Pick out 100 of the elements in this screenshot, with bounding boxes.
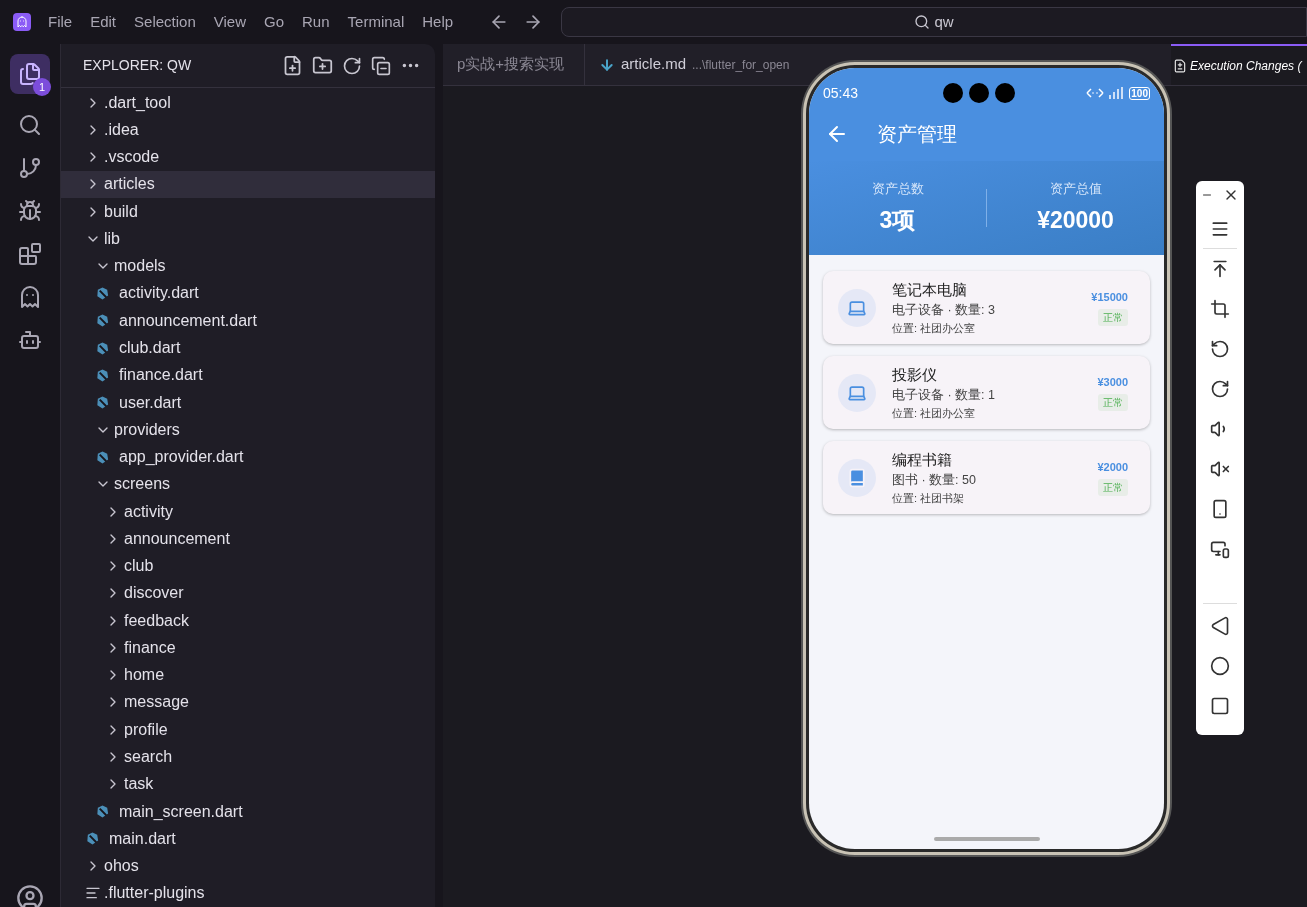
- menu-item[interactable]: Terminal: [339, 10, 413, 34]
- menu-icon[interactable]: [1210, 219, 1230, 239]
- screen-title: 资产管理: [877, 121, 957, 147]
- tree-item[interactable]: feedback: [61, 607, 435, 635]
- tree-item[interactable]: activity: [61, 498, 435, 526]
- signal-icon: [1085, 86, 1126, 100]
- status-time: 05:43: [823, 83, 860, 103]
- rotate-left-icon[interactable]: [1210, 339, 1230, 359]
- tree-item[interactable]: announcement: [61, 525, 435, 553]
- tree-item[interactable]: club.dart: [61, 334, 435, 362]
- tree-item[interactable]: profile: [61, 716, 435, 744]
- asset-meta: 电子设备 · 数量: 1: [892, 387, 996, 405]
- tree-item[interactable]: finance.dart: [61, 361, 435, 389]
- tree-item[interactable]: main.dart: [61, 825, 435, 853]
- asset-card[interactable]: 投影仪 电子设备 · 数量: 1 位置: 社团办公室 ¥3000 正常: [823, 356, 1150, 429]
- menu-item[interactable]: View: [205, 10, 254, 34]
- tree-item[interactable]: .vscode: [61, 143, 435, 171]
- diff-file-icon: [1173, 58, 1187, 73]
- asset-meta: 电子设备 · 数量: 3: [892, 302, 996, 320]
- tree-item[interactable]: articles: [61, 170, 435, 199]
- menu-item[interactable]: Run: [294, 10, 338, 34]
- menu-item[interactable]: Selection: [126, 10, 204, 34]
- crop-icon[interactable]: [1210, 299, 1230, 319]
- camera-cutout-icon: [942, 83, 1015, 103]
- laptop-icon: [838, 288, 876, 327]
- tree-item[interactable]: .idea: [61, 116, 435, 144]
- tree-item[interactable]: club: [61, 552, 435, 580]
- editor-tab[interactable]: p实战+搜索实现: [443, 44, 585, 85]
- new-file-icon[interactable]: [282, 55, 303, 76]
- asset-card[interactable]: 笔记本电脑 电子设备 · 数量: 3 位置: 社团办公室 ¥15000 正常: [823, 271, 1150, 344]
- asset-name: 笔记本电脑: [892, 279, 968, 300]
- search-field[interactable]: qw: [561, 7, 1307, 37]
- dart-file-icon: [95, 286, 110, 301]
- recents-nav-icon[interactable]: [1210, 696, 1230, 716]
- tree-item[interactable]: build: [61, 198, 435, 226]
- tree-item[interactable]: providers: [61, 416, 435, 444]
- account-icon[interactable]: [16, 884, 44, 907]
- menu-item[interactable]: Edit: [82, 10, 125, 34]
- source-control-icon[interactable]: [18, 156, 42, 180]
- tree-item[interactable]: ohos: [61, 852, 435, 880]
- collapse-all-icon[interactable]: [371, 55, 391, 76]
- asset-price: ¥3000: [1097, 375, 1128, 391]
- files-icon: [18, 62, 42, 86]
- tree-item[interactable]: home: [61, 661, 435, 689]
- summary-value: ¥20000: [1037, 205, 1114, 235]
- tree-item[interactable]: .dart_tool: [61, 89, 435, 117]
- status-tag: 正常: [1098, 308, 1128, 326]
- new-folder-icon[interactable]: [312, 55, 333, 76]
- dart-file-icon: [95, 804, 110, 820]
- pin-top-icon[interactable]: [1210, 259, 1230, 279]
- tree-item[interactable]: app_provider.dart: [61, 443, 435, 471]
- tree-item[interactable]: search: [61, 743, 435, 771]
- menu-item[interactable]: File: [40, 10, 81, 34]
- back-nav-icon[interactable]: [1210, 616, 1230, 636]
- tree-item[interactable]: models: [61, 252, 435, 280]
- tree-item[interactable]: finance: [61, 634, 435, 662]
- asset-location: 位置: 社团办公室: [892, 405, 977, 421]
- editor-tab[interactable]: article.md ...\flutter_for_open: [585, 44, 801, 85]
- refresh-icon[interactable]: [342, 55, 362, 76]
- run-debug-icon[interactable]: [18, 199, 42, 223]
- summary-label: 资产总值: [1049, 180, 1102, 198]
- asset-card[interactable]: 编程书籍 图书 · 数量: 50 位置: 社团书架 ¥2000 正常: [823, 441, 1150, 514]
- summary-label: 资产总数: [871, 180, 924, 198]
- battery-indicator: 100: [1129, 86, 1150, 100]
- asset-price: ¥2000: [1097, 460, 1128, 476]
- tree-item[interactable]: message: [61, 688, 435, 717]
- tree-item[interactable]: lib: [61, 225, 435, 253]
- tree-item[interactable]: discover: [61, 579, 435, 608]
- editor-tab[interactable]: Execution Changes (: [1171, 44, 1307, 85]
- dart-file-icon: [85, 831, 100, 847]
- tree-item[interactable]: announcement.dart: [61, 307, 435, 335]
- laptop-icon: [838, 373, 876, 412]
- status-tag: 正常: [1098, 393, 1128, 411]
- extensions-icon[interactable]: [18, 242, 42, 266]
- dart-file-icon: [95, 313, 110, 329]
- search-icon[interactable]: [18, 113, 42, 137]
- asset-name: 编程书籍: [892, 449, 953, 470]
- status-tag: 正常: [1098, 478, 1128, 496]
- tree-item[interactable]: activity.dart: [61, 279, 435, 308]
- volume-down-icon[interactable]: [1210, 459, 1230, 479]
- ghost-icon[interactable]: [18, 285, 42, 309]
- home-nav-icon[interactable]: [1210, 656, 1230, 676]
- tree-item[interactable]: screens: [61, 470, 435, 498]
- dart-file-icon: [95, 340, 110, 356]
- asset-meta: 图书 · 数量: 50: [892, 472, 977, 490]
- tree-item[interactable]: user.dart: [61, 388, 435, 417]
- summary-value: 3项: [879, 205, 916, 235]
- asset-price: ¥15000: [1091, 290, 1128, 306]
- dart-file-icon: [95, 367, 110, 383]
- menu-item[interactable]: Go: [256, 10, 292, 34]
- explorer-tab[interactable]: 1: [10, 54, 50, 94]
- menu-item[interactable]: Help: [414, 10, 462, 34]
- download-arrow-icon: [599, 56, 615, 73]
- devices-icon[interactable]: [1210, 539, 1230, 559]
- asset-name: 投影仪: [892, 364, 938, 385]
- tree-item[interactable]: main_screen.dart: [61, 797, 435, 826]
- tree-item[interactable]: task: [61, 770, 435, 798]
- assistant-icon[interactable]: [18, 328, 42, 352]
- rotate-right-icon[interactable]: [1210, 379, 1230, 399]
- tree-item[interactable]: .flutter-plugins: [61, 879, 435, 907]
